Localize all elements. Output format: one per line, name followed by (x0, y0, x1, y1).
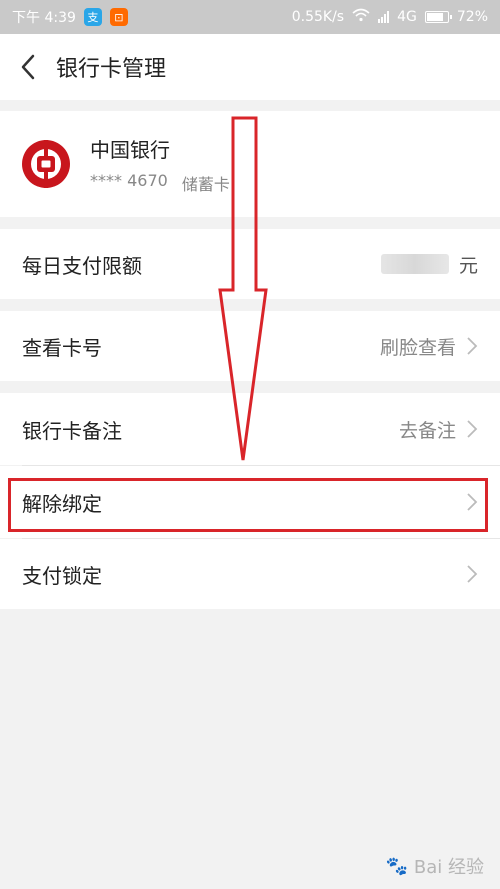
baidu-jingyan-watermark: 🐾 Bai 经验 (385, 853, 484, 879)
network-type: 4G (397, 9, 417, 25)
chevron-right-icon (467, 420, 478, 438)
payment-lock-row[interactable]: 支付锁定 (0, 539, 500, 609)
bank-name: 中国银行 (90, 137, 170, 162)
paw-icon: 🐾 (385, 855, 408, 877)
battery-level: 72% (456, 9, 488, 25)
card-type: 储蓄卡 (181, 174, 230, 194)
chevron-left-icon (21, 54, 35, 80)
taobao-notification-icon: ⊡ (109, 8, 128, 26)
status-bar: 下午 4:39 支 ⊡ 0.55K/s 4G 72% (0, 0, 500, 34)
face-scan-view-action: 刷脸查看 (379, 336, 456, 359)
highlight-box-annotation (8, 478, 488, 532)
battery-icon (424, 11, 452, 23)
bank-card-summary: 中国银行 **** 4670 储蓄卡 (0, 111, 500, 217)
view-card-number-label: 查看卡号 (22, 335, 102, 360)
cell-signal-icon (378, 11, 390, 23)
bank-of-china-logo (22, 140, 70, 188)
status-time: 下午 4:39 (12, 10, 76, 26)
daily-limit-label: 每日支付限额 (22, 253, 142, 278)
payment-lock-label: 支付锁定 (22, 563, 102, 588)
blurred-limit-value (380, 254, 449, 274)
daily-limit-row[interactable]: 每日支付限额 元 (0, 229, 500, 299)
app-header: 银行卡管理 (0, 34, 500, 100)
watermark-text: Bai 经验 (413, 857, 484, 878)
card-number-masked: **** 4670 (90, 170, 168, 190)
network-speed: 0.55K/s (291, 9, 345, 25)
alipay-notification-icon: 支 (83, 8, 102, 26)
card-note-label: 银行卡备注 (22, 418, 122, 443)
add-note-action: 去备注 (398, 419, 456, 442)
chevron-right-icon (467, 565, 478, 583)
page-title: 银行卡管理 (56, 57, 167, 82)
card-note-row[interactable]: 银行卡备注 去备注 (0, 393, 500, 465)
view-card-number-row[interactable]: 查看卡号 刷脸查看 (0, 311, 500, 381)
wifi-icon (352, 8, 370, 26)
back-button[interactable] (0, 34, 56, 100)
currency-unit: 元 (458, 254, 478, 277)
chevron-right-icon (467, 337, 478, 355)
